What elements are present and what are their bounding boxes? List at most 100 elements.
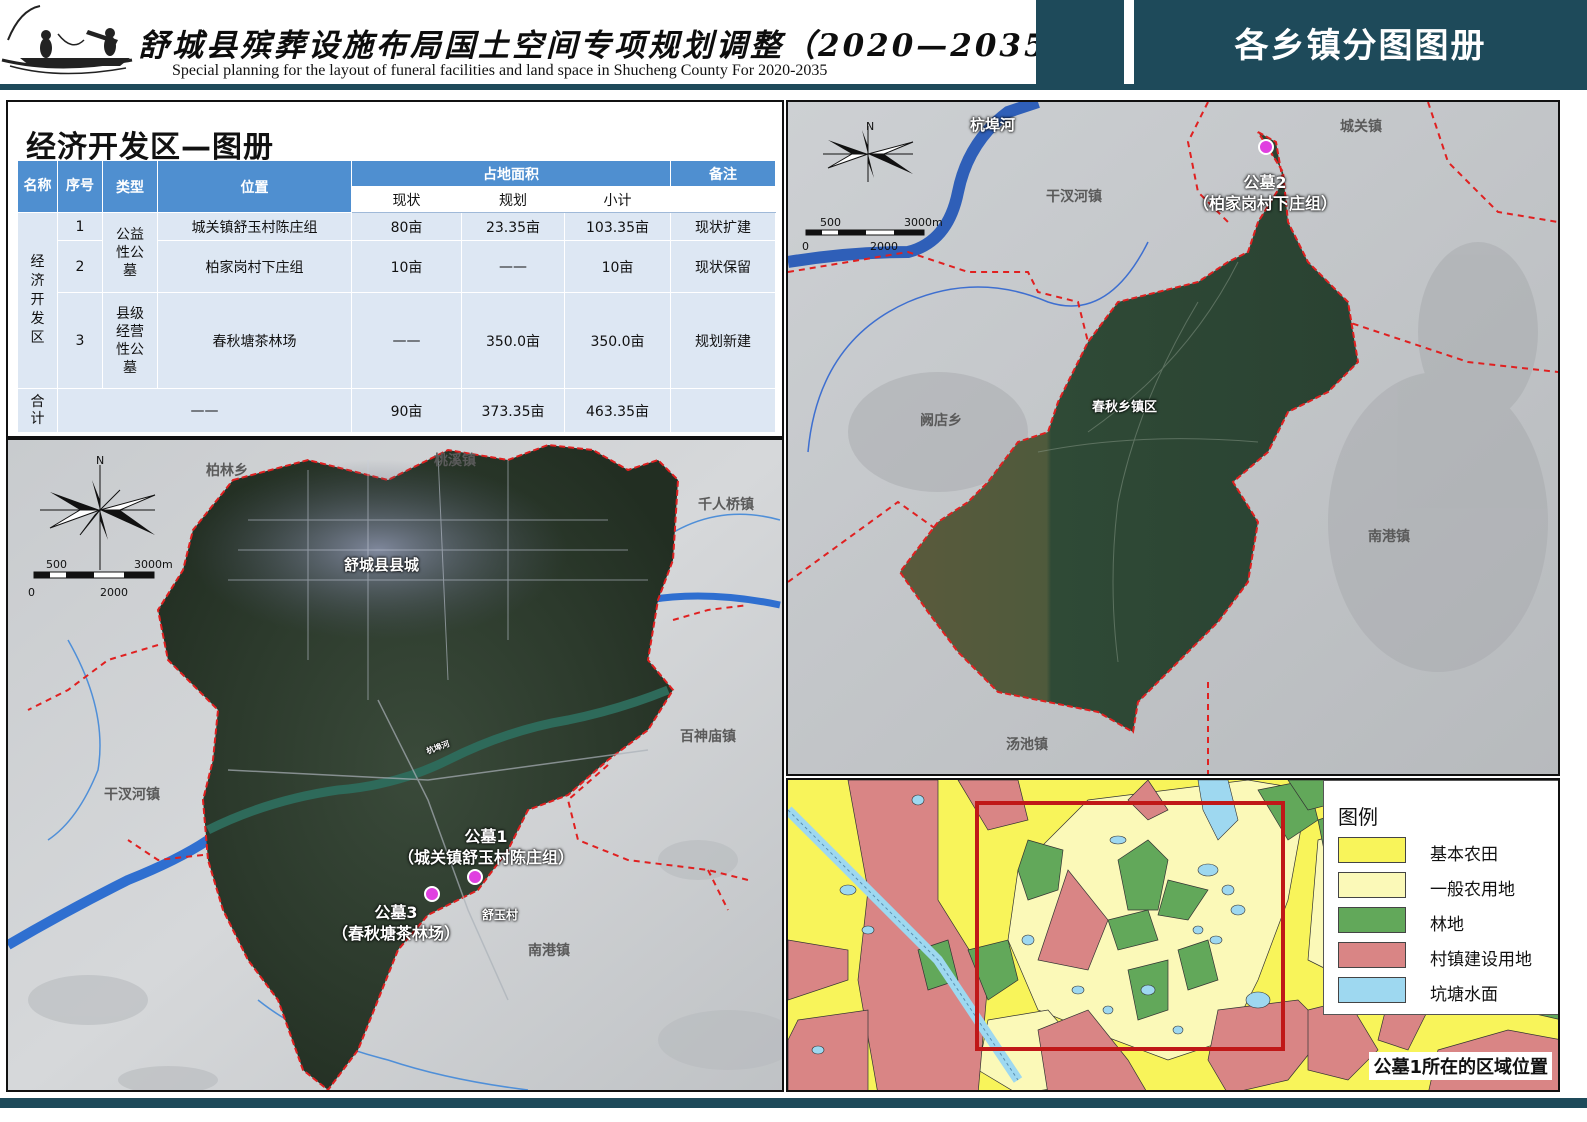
table-row: 经济开发区 1 公益性公墓 城关镇舒玉村陈庄组 80亩 23.35亩 103.3…: [17, 212, 777, 389]
legend-label: 基本农田: [1430, 845, 1498, 865]
header-underline: [0, 84, 1587, 90]
legend-item-pond: 坑塘水面: [1338, 977, 1553, 1005]
cell-total-subtotal: 463.35亩: [563, 388, 672, 433]
inset-caption: 公墓1所在的区域位置: [1369, 1052, 1552, 1080]
cell-note: 现状保留: [670, 240, 777, 293]
cell-note: 规划新建: [670, 292, 777, 389]
legend-item-construction: 村镇建设用地: [1338, 942, 1553, 970]
map-development-zone[interactable]: N 500 3000m 0 2000 柏林乡 桃溪镇 千人桥镇 舒城县县城 百神…: [6, 438, 784, 1092]
cell-seq: 3: [57, 292, 103, 389]
cell-location: 柏家岗村下庄组: [157, 240, 352, 293]
scale-label-0: 0: [802, 240, 809, 253]
cell-location: 城关镇舒玉村陈庄组: [157, 212, 352, 241]
grave-1-marker: [467, 869, 483, 885]
header-type: 类型: [102, 160, 158, 213]
grave-2-marker: [1258, 139, 1274, 155]
north-label: N: [96, 454, 105, 467]
legend-title: 图例: [1338, 805, 1378, 829]
cell-type: 县级经营性公墓: [102, 292, 158, 389]
label-shuyu: 舒玉村: [482, 908, 519, 922]
scale-label-2000: 2000: [870, 240, 898, 253]
swatch-general-farmland: [1338, 872, 1406, 898]
table-total-row: 合计 —— 90亩 373.35亩 463.35亩: [17, 388, 777, 433]
cell-total-label: 合计: [17, 388, 58, 433]
header-area: 占地面积: [350, 160, 672, 187]
header-planned: 规划: [461, 186, 565, 213]
swatch-forest: [1338, 907, 1406, 933]
label-ganchahe: 干汊河镇: [104, 787, 160, 803]
map-chunqiu-canvas: [788, 102, 1558, 774]
label-ganchahe: 干汊河镇: [1046, 189, 1102, 205]
scale-label-3000m: 3000m: [904, 216, 943, 229]
grave-2-label: 公墓2 （柏家岗村下庄组）: [1192, 173, 1337, 213]
footer-line: [0, 1098, 1587, 1108]
cell-seq: 2: [57, 240, 103, 293]
label-chunqiu: 春秋乡镇区: [1092, 400, 1158, 415]
header-divider-band: [1036, 0, 1124, 84]
scale-bar-icon: [33, 571, 155, 579]
label-county-town: 舒城县县城: [344, 556, 420, 574]
map-landuse-inset[interactable]: 图例 基本农田 一般农用地 林地 村镇建设用地 坑塘水面 公墓1所在的区域位置: [786, 778, 1560, 1092]
legend: 图例 基本农田 一般农用地 林地 村镇建设用地 坑塘水面: [1323, 780, 1558, 1015]
label-baishenmiao: 百神庙镇: [680, 729, 736, 745]
table-panel: 经济开发区—图册 名称 序号 类型 位置 占地面积 备注 现状 规划 小计 经济…: [6, 100, 784, 438]
legend-label: 林地: [1430, 915, 1464, 935]
label-tangchi: 汤池镇: [1006, 737, 1048, 753]
north-label: N: [866, 120, 875, 133]
header-location: 位置: [157, 160, 352, 213]
label-bailin: 柏林乡: [206, 463, 248, 479]
table-row: 3 县级经营性公墓 春秋塘茶林场 —— 350.0亩 350.0亩 规划新建: [18, 292, 777, 389]
cell-planned: 350.0亩: [461, 292, 565, 389]
cemetery-table: 名称 序号 类型 位置 占地面积 备注 现状 规划 小计 经济开发区 1 公益性…: [17, 160, 777, 433]
header-current: 现状: [351, 186, 462, 213]
header-seq: 序号: [57, 160, 103, 213]
logo-fisherman-icon: [1, 5, 133, 75]
map-chunqiu[interactable]: N 500 3000m 0 2000 杭埠河 城关镇 干汊河镇 阙店乡 春秋乡镇…: [786, 100, 1560, 776]
swatch-construction: [1338, 942, 1406, 968]
grave-1-label: 公墓1 （城关镇舒玉村陈庄组）: [397, 827, 574, 867]
legend-label: 坑塘水面: [1430, 985, 1498, 1005]
cell-type: 公益性公墓: [102, 212, 158, 293]
label-hangbu: 杭埠河: [970, 116, 1016, 134]
header-note: 备注: [670, 160, 777, 187]
cell-total-planned: 373.35亩: [461, 388, 565, 433]
header-right-banner: 各乡镇分图图册: [1134, 0, 1587, 84]
label-qianrenqiao: 千人桥镇: [698, 497, 754, 513]
header: 舒城县殡葬设施布局国土空间专项规划调整（2020—2035年） Special …: [0, 0, 1587, 90]
legend-item-basic-farmland: 基本农田: [1338, 837, 1553, 865]
cell-current: 80亩: [351, 212, 462, 241]
grave-3-label: 公墓3 （春秋塘茶林场）: [331, 903, 460, 943]
label-nangang: 南港镇: [1368, 529, 1410, 545]
label-taoxi: 桃溪镇: [434, 453, 476, 469]
swatch-pond: [1338, 977, 1406, 1003]
header-subtitle: Special planning for the layout of funer…: [172, 62, 828, 79]
cell-note: 现状扩建: [670, 212, 777, 241]
label-nangang: 南港镇: [528, 943, 570, 959]
header-name: 名称: [17, 160, 58, 213]
cell-total-note: [670, 388, 777, 433]
map-development-zone-canvas: [8, 440, 782, 1090]
cell-subtotal: 103.35亩: [563, 212, 672, 241]
header-title: 舒城县殡葬设施布局国土空间专项规划调整（2020—2035年）: [138, 28, 1117, 64]
label-kuodian: 阙店乡: [920, 413, 962, 429]
header-note-blank: [670, 186, 777, 213]
cell-seq: 1: [57, 212, 103, 241]
legend-label: 一般农用地: [1430, 880, 1515, 900]
cell-subtotal: 350.0亩: [563, 292, 672, 389]
grave-3-marker: [424, 886, 440, 902]
scale-bar-icon: [805, 229, 925, 236]
scale-label-2000: 2000: [100, 586, 128, 599]
cell-planned: ——: [461, 240, 565, 293]
cell-region: 经济开发区: [17, 212, 58, 389]
swatch-basic-farmland: [1338, 837, 1406, 863]
label-chengguan: 城关镇: [1340, 119, 1382, 135]
cell-current: 10亩: [351, 240, 462, 293]
legend-label: 村镇建设用地: [1430, 950, 1532, 970]
legend-item-forest: 林地: [1338, 907, 1553, 935]
cell-total-dash: ——: [57, 388, 352, 433]
cell-current: ——: [351, 292, 462, 389]
header-subtotal: 小计: [563, 186, 672, 213]
cell-planned: 23.35亩: [461, 212, 565, 241]
cell-total-current: 90亩: [351, 388, 462, 433]
scale-label-0: 0: [28, 586, 35, 599]
